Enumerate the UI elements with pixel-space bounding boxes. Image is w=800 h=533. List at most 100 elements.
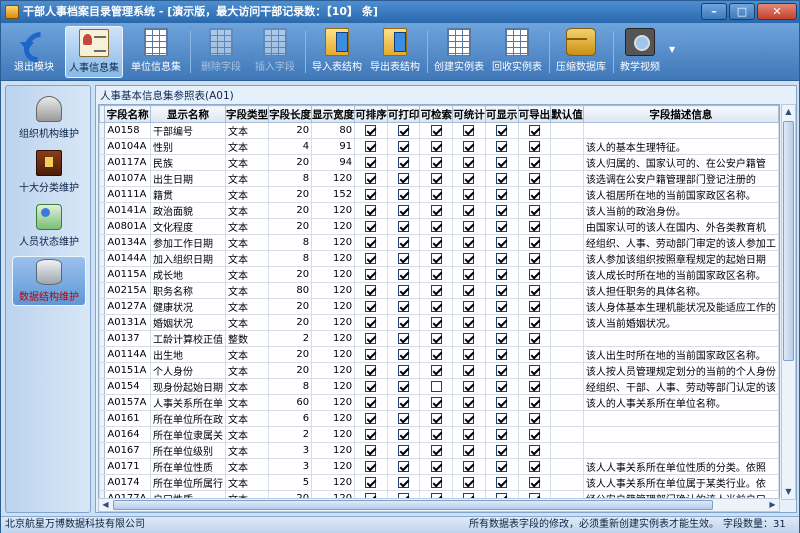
display-name-cell[interactable]: 个人身份 xyxy=(150,362,226,379)
checkbox[interactable] xyxy=(398,332,410,344)
display-name-cell[interactable]: 职务名称 xyxy=(150,282,226,299)
field-length-cell[interactable]: 8 xyxy=(268,250,313,267)
display-width-cell[interactable]: 120 xyxy=(311,314,356,331)
checkbox[interactable] xyxy=(463,188,475,200)
column-header[interactable]: 可检索 xyxy=(419,105,454,123)
field-name-cell[interactable]: A0134A xyxy=(104,234,151,251)
field-length-cell[interactable]: 20 xyxy=(268,154,313,171)
checkbox[interactable] xyxy=(528,124,540,136)
checkbox[interactable] xyxy=(365,156,377,168)
horizontal-scrollbar[interactable]: ◀ ▶ xyxy=(98,498,780,512)
checkbox[interactable] xyxy=(398,348,410,360)
field-type-cell[interactable]: 文本 xyxy=(224,442,270,459)
display-width-cell[interactable]: 120 xyxy=(311,282,356,299)
field-length-cell[interactable]: 20 xyxy=(268,122,313,139)
checkbox[interactable] xyxy=(463,172,475,184)
insert-field-button[interactable]: 插入字段 xyxy=(249,26,301,78)
checkbox[interactable] xyxy=(528,156,540,168)
scroll-right-icon[interactable]: ▶ xyxy=(766,499,779,511)
checkbox[interactable] xyxy=(496,380,508,392)
field-type-cell[interactable]: 文本 xyxy=(224,154,270,171)
import-structure-button[interactable]: 导入表结构 xyxy=(309,26,365,78)
checkbox[interactable] xyxy=(398,204,410,216)
field-length-cell[interactable]: 20 xyxy=(268,218,313,235)
delete-field-button[interactable]: 删除字段 xyxy=(195,26,247,78)
checkbox[interactable] xyxy=(430,428,442,440)
field-type-cell[interactable]: 文本 xyxy=(224,186,270,203)
checkbox[interactable] xyxy=(430,332,442,344)
default-value-cell[interactable] xyxy=(550,474,584,491)
default-value-cell[interactable] xyxy=(550,458,584,475)
field-name-cell[interactable]: A0171 xyxy=(104,458,151,475)
checkbox[interactable] xyxy=(528,476,540,488)
checkbox[interactable] xyxy=(463,236,475,248)
checkbox[interactable] xyxy=(463,252,475,264)
description-cell[interactable]: 该人人事关系所在单位属于某类行业。依 xyxy=(582,474,779,491)
checkbox[interactable] xyxy=(496,300,508,312)
checkbox[interactable] xyxy=(528,140,540,152)
display-width-cell[interactable]: 80 xyxy=(311,122,356,139)
field-length-cell[interactable]: 6 xyxy=(268,410,313,427)
display-name-cell[interactable]: 政治面貌 xyxy=(150,202,226,219)
export-structure-button[interactable]: 导出表结构 xyxy=(367,26,423,78)
default-value-cell[interactable] xyxy=(550,378,584,395)
checkbox[interactable] xyxy=(528,460,540,472)
table-row[interactable]: A0167 所在单位级别 文本 3 120 xyxy=(99,442,779,459)
checkbox[interactable] xyxy=(496,428,508,440)
description-cell[interactable]: 该人祖居所在地的当前国家政区名称。 xyxy=(582,186,779,203)
display-name-cell[interactable]: 现身份起始日期 xyxy=(150,378,226,395)
table-row[interactable]: A0164 所在单位隶属关 文本 2 120 xyxy=(99,426,779,443)
minimize-button[interactable]: – xyxy=(701,3,727,20)
tutorial-video-button[interactable]: 教学视频 xyxy=(615,26,665,78)
checkbox[interactable] xyxy=(463,268,475,280)
display-width-cell[interactable]: 120 xyxy=(311,218,356,235)
checkbox[interactable] xyxy=(430,412,442,424)
default-value-cell[interactable] xyxy=(550,250,584,267)
field-type-cell[interactable]: 文本 xyxy=(224,266,270,283)
table-row[interactable]: A0104A 性别 文本 4 91 该人的基本生理特征。 xyxy=(99,138,779,155)
description-cell[interactable]: 该人人事关系所在单位性质的分类。依照 xyxy=(582,458,779,475)
default-value-cell[interactable] xyxy=(550,442,584,459)
checkbox[interactable] xyxy=(430,476,442,488)
field-length-cell[interactable]: 2 xyxy=(268,330,313,347)
checkbox[interactable] xyxy=(528,364,540,376)
default-value-cell[interactable] xyxy=(550,346,584,363)
description-cell[interactable]: 经组织、干部、人事、劳动等部门认定的该 xyxy=(582,378,779,395)
checkbox[interactable] xyxy=(496,460,508,472)
checkbox[interactable] xyxy=(528,380,540,392)
field-name-cell[interactable]: A0104A xyxy=(104,138,151,155)
display-width-cell[interactable]: 120 xyxy=(311,410,356,427)
table-row[interactable]: A0157A 人事关系所在单 文本 60 120 该人的人事关系所在单位名称。 xyxy=(99,394,779,411)
default-value-cell[interactable] xyxy=(550,122,584,139)
description-cell[interactable]: 该人担任职务的具体名称。 xyxy=(582,282,779,299)
table-row[interactable]: A0127A 健康状况 文本 20 120 该人身体基本生理机能状况及能适应工作的 xyxy=(99,298,779,315)
description-cell[interactable]: 该选调在公安户籍管理部门登记注册的 xyxy=(582,170,779,187)
table-row[interactable]: A0161 所在单位所在政 文本 6 120 xyxy=(99,410,779,427)
field-length-cell[interactable]: 2 xyxy=(268,426,313,443)
scroll-left-icon[interactable]: ◀ xyxy=(99,499,112,511)
checkbox[interactable] xyxy=(496,172,508,184)
checkbox[interactable] xyxy=(365,364,377,376)
column-header[interactable]: 可打印 xyxy=(386,105,421,123)
column-header[interactable]: 可显示 xyxy=(484,105,519,123)
description-cell[interactable] xyxy=(582,122,779,139)
description-cell[interactable]: 该人的人事关系所在单位名称。 xyxy=(582,394,779,411)
checkbox[interactable] xyxy=(528,172,540,184)
field-length-cell[interactable]: 8 xyxy=(268,378,313,395)
checkbox[interactable] xyxy=(528,284,540,296)
display-name-cell[interactable]: 人事关系所在单 xyxy=(150,394,226,411)
checkbox[interactable] xyxy=(528,428,540,440)
checkbox[interactable] xyxy=(430,172,442,184)
scroll-thumb[interactable] xyxy=(113,500,713,510)
checkbox[interactable] xyxy=(398,412,410,424)
display-name-cell[interactable]: 民族 xyxy=(150,154,226,171)
table-row[interactable]: A0117A 民族 文本 20 94 该人归属的、国家认可的、在公安户籍管 xyxy=(99,154,779,171)
checkbox[interactable] xyxy=(528,396,540,408)
checkbox[interactable] xyxy=(496,332,508,344)
field-length-cell[interactable]: 3 xyxy=(268,442,313,459)
display-width-cell[interactable]: 120 xyxy=(311,426,356,443)
display-name-cell[interactable]: 所在单位级别 xyxy=(150,442,226,459)
field-name-cell[interactable]: A0154 xyxy=(104,378,151,395)
scroll-up-icon[interactable]: ▲ xyxy=(782,105,795,119)
description-cell[interactable]: 该人当前的政治身份。 xyxy=(582,202,779,219)
